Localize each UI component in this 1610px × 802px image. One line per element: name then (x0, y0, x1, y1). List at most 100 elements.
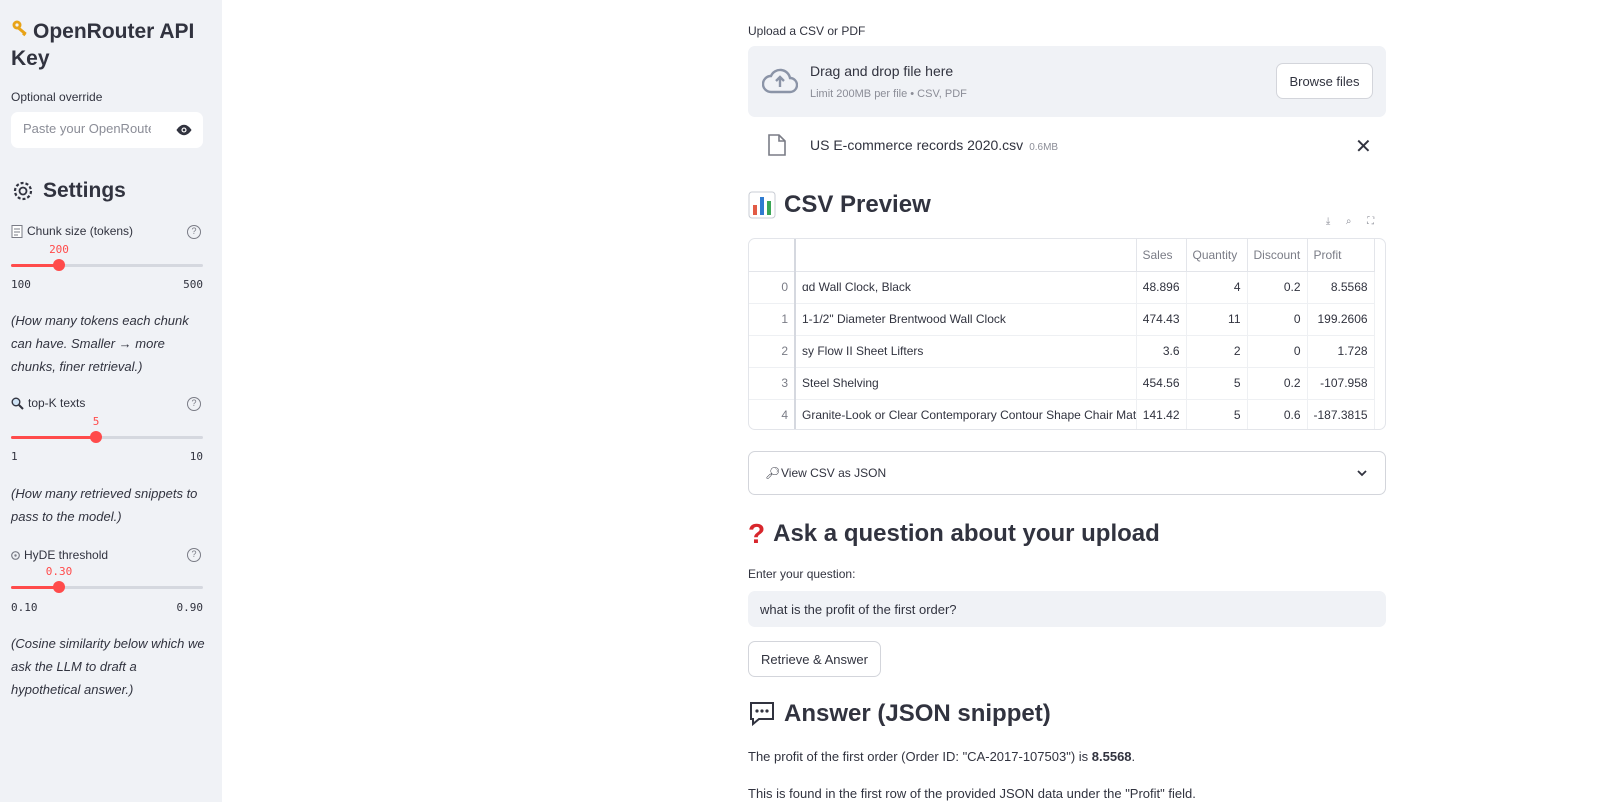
chevron-down-icon (1357, 470, 1367, 477)
hyde-min: 0.10 (11, 601, 38, 614)
profit-cell: -107.958 (1307, 367, 1375, 400)
quantity-cell: 5 (1186, 367, 1248, 400)
quantity-cell: 2 (1186, 335, 1248, 368)
discount-cell: 0.2 (1247, 271, 1308, 304)
name-header[interactable] (795, 239, 1137, 272)
key-icon (11, 18, 33, 45)
topk-max: 10 (189, 450, 203, 463)
bar-chart-icon (748, 191, 776, 219)
sales-cell: 474.43 (1136, 303, 1187, 336)
csv-table[interactable]: Sales Quantity Discount Profit 0 ɑd Wall… (748, 238, 1386, 430)
search-icon[interactable]: ⌕ (1346, 216, 1352, 227)
file-size: 0.6MB (1029, 142, 1059, 153)
gear-icon (13, 181, 33, 201)
browse-files-button[interactable]: Browse files (1276, 63, 1373, 99)
row-index: 3 (749, 367, 796, 400)
table-row[interactable]: 0 ɑd Wall Clock, Black 48.896 4 0.2 8.55… (749, 271, 1375, 304)
topk-help-icon[interactable]: ? (187, 397, 201, 411)
topk-thumb[interactable] (90, 431, 102, 443)
product-name: 1-1/2" Diameter Brentwood Wall Clock (795, 303, 1137, 336)
index-header (749, 239, 796, 272)
discount-cell: 0 (1247, 335, 1308, 368)
file-dropzone[interactable]: Drag and drop file here Limit 200MB per … (748, 46, 1386, 117)
chunk-note: (How many tokens each chunk can have. Sm… (11, 313, 189, 374)
sidebar: OpenRouter API Key Optional override Set… (0, 0, 222, 802)
quantity-header[interactable]: Quantity (1186, 239, 1248, 272)
profit-cell: -187.3815 (1307, 399, 1375, 429)
override-label: Optional override (11, 90, 103, 104)
product-name: ɑd Wall Clock, Black (795, 271, 1137, 304)
uploaded-file: US E-commerce records 2020.csv 0.6MB ✕ (748, 130, 1386, 164)
sales-cell: 3.6 (1136, 335, 1187, 368)
chunk-size-label: Chunk size (tokens) (11, 224, 133, 238)
hyde-range: 0.10 0.90 (11, 601, 203, 614)
table-row[interactable]: 2 sy Flow II Sheet Lifters 3.6 2 0 1.728 (749, 335, 1375, 368)
table-row[interactable]: 4 Granite-Look or Clear Contemporary Con… (749, 399, 1375, 429)
quantity-cell: 5 (1186, 399, 1248, 429)
row-index: 0 (749, 271, 796, 304)
expander-label: 🔎︎View CSV as JSON (765, 466, 887, 480)
sales-cell: 454.56 (1136, 367, 1187, 400)
answer-line-1: The profit of the first order (Order ID:… (748, 749, 1136, 764)
product-name: sy Flow II Sheet Lifters (795, 335, 1137, 368)
hyde-thumb[interactable] (53, 581, 65, 593)
topk-min: 1 (11, 450, 18, 463)
search-icon (11, 397, 24, 410)
settings-title: Settings (11, 179, 126, 203)
topk-note: (How many retrieved snippets to pass to … (11, 486, 198, 524)
ask-title: ? Ask a question about your upload (748, 518, 1160, 549)
chunk-min: 100 (11, 278, 31, 291)
discount-header[interactable]: Discount (1247, 239, 1308, 272)
hyde-label: HyDE threshold (11, 548, 108, 562)
chunk-range: 100 500 (11, 278, 203, 291)
question-input[interactable] (748, 591, 1386, 627)
close-icon[interactable]: ✕ (1355, 134, 1372, 159)
table-header-row: Sales Quantity Discount Profit (749, 239, 1375, 272)
retrieve-answer-button[interactable]: Retrieve & Answer (748, 641, 881, 677)
row-index: 4 (749, 399, 796, 429)
api-key-field[interactable] (11, 112, 203, 148)
topk-range: 1 10 (11, 450, 203, 463)
question-label: Enter your question: (748, 567, 856, 581)
eye-icon[interactable] (175, 122, 193, 138)
chunk-fill (11, 264, 59, 267)
table-toolbar: ⤓ ⌕ ⛶ (1318, 210, 1382, 232)
profit-header[interactable]: Profit (1307, 239, 1375, 272)
download-icon[interactable]: ⤓ (1326, 216, 1330, 227)
brain-icon (11, 550, 20, 560)
hyde-note: (Cosine similarity below which we ask th… (11, 636, 205, 697)
product-name: Steel Shelving (795, 367, 1137, 400)
hyde-help-icon[interactable]: ? (187, 548, 201, 562)
quantity-cell: 11 (1186, 303, 1248, 336)
file-name: US E-commerce records 2020.csv 0.6MB (810, 137, 1059, 153)
chunk-size-slider[interactable]: 200 (11, 243, 203, 271)
hyde-slider[interactable]: 0.30 (11, 565, 203, 593)
profit-cell: 199.2606 (1307, 303, 1375, 336)
chunk-help-icon[interactable]: ? (187, 225, 201, 239)
row-index: 2 (749, 335, 796, 368)
chunk-thumb[interactable] (53, 259, 65, 271)
file-icon (768, 134, 786, 156)
answer-title: Answer (JSON snippet) (748, 700, 1051, 728)
topk-value: 5 (92, 415, 100, 428)
speech-bubble-icon (750, 702, 774, 727)
sales-cell: 141.42 (1136, 399, 1187, 429)
json-expander[interactable]: 🔎︎View CSV as JSON (748, 451, 1386, 495)
quantity-cell: 4 (1186, 271, 1248, 304)
sales-header[interactable]: Sales (1136, 239, 1187, 272)
discount-cell: 0 (1247, 303, 1308, 336)
topk-fill (11, 436, 96, 439)
topk-slider[interactable]: 5 (11, 415, 203, 443)
topk-label: top-K texts (11, 396, 85, 410)
discount-cell: 0.6 (1247, 399, 1308, 429)
table-row[interactable]: 3 Steel Shelving 454.56 5 0.2 -107.958 (749, 367, 1375, 400)
answer-line-2: This is found in the first row of the pr… (748, 786, 1196, 801)
profit-cell: 1.728 (1307, 335, 1375, 368)
table-row[interactable]: 1 1-1/2" Diameter Brentwood Wall Clock 4… (749, 303, 1375, 336)
fullscreen-icon[interactable]: ⛶ (1367, 216, 1374, 227)
row-index: 1 (749, 303, 796, 336)
hyde-value: 0.30 (45, 565, 73, 578)
csv-preview-title: CSV Preview (748, 191, 931, 219)
chunk-max: 500 (183, 278, 203, 291)
api-key-input[interactable] (23, 121, 151, 136)
